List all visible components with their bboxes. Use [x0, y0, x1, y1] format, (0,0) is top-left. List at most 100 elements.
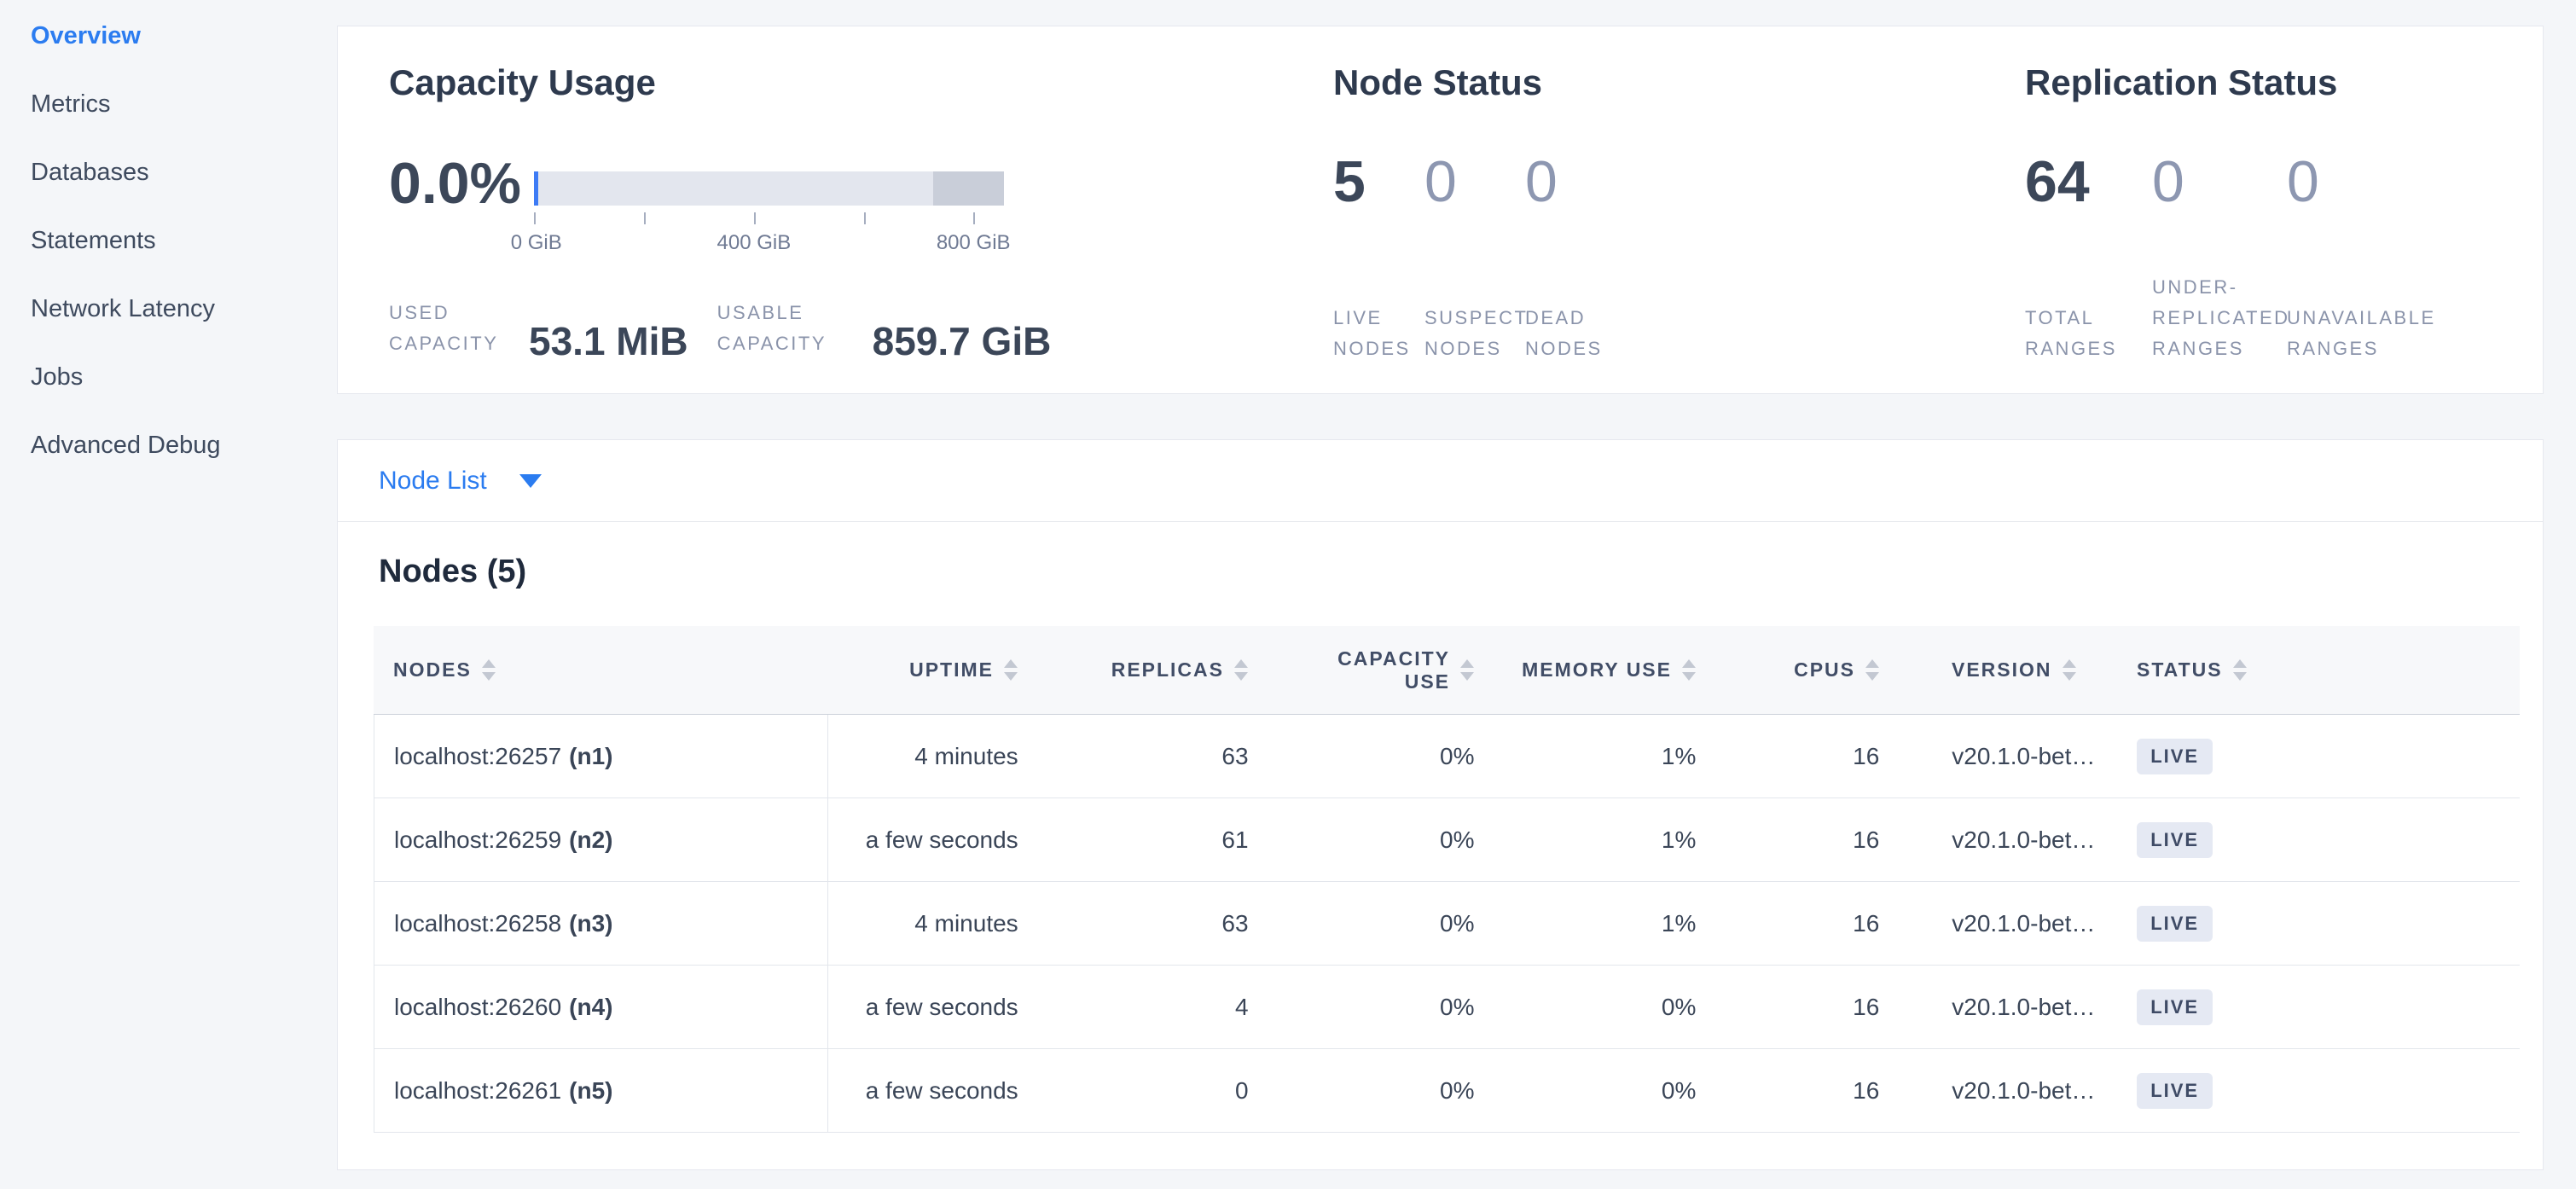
- sidebar-item-jobs[interactable]: Jobs: [0, 343, 337, 411]
- table-header-row: NODES UPTIME REPLICAS CAPACITY USE MEMOR…: [374, 626, 2520, 715]
- nodes-table: NODES UPTIME REPLICAS CAPACITY USE MEMOR…: [374, 626, 2520, 1133]
- cpus-cell: 16: [1713, 798, 1896, 881]
- status-badge: LIVE: [2137, 739, 2213, 774]
- node-id: (n4): [569, 994, 612, 1021]
- capacity-bar-reserved-segment: [933, 171, 1004, 206]
- suspect-nodes-stat: 0 SUSPECT NODES: [1424, 153, 1525, 364]
- column-header-nodes[interactable]: NODES: [374, 658, 827, 682]
- sort-icon: [1234, 659, 1248, 681]
- node-list-dropdown[interactable]: Node List: [338, 440, 2543, 522]
- node-list-card: Node List Nodes (5) NODES UPTIME REPLICA…: [337, 439, 2544, 1170]
- status-badge: LIVE: [2137, 989, 2213, 1025]
- overview-page: Overview Metrics Databases Statements Ne…: [0, 0, 2576, 1189]
- sort-icon: [2063, 659, 2076, 681]
- capacity-bar: [534, 171, 1004, 206]
- unavailable-ranges-label: UNAVAILABLE RANGES: [2287, 303, 2457, 364]
- capacity-use-cell: 0%: [1266, 798, 1492, 881]
- total-ranges-stat: 64 TOTAL RANGES: [2025, 153, 2152, 364]
- uptime-cell: 4 minutes: [828, 715, 1036, 798]
- node-list-dropdown-label: Node List: [379, 467, 487, 496]
- version-cell: v20.1.0-bet…: [1896, 798, 2135, 881]
- replicas-cell: 63: [1036, 882, 1266, 965]
- suspect-nodes-value: 0: [1424, 153, 1525, 211]
- memory-use-cell: 0%: [1491, 966, 1713, 1048]
- node-id: (n1): [569, 743, 612, 770]
- node-address[interactable]: localhost:26258: [394, 910, 561, 937]
- uptime-cell: a few seconds: [828, 1049, 1036, 1132]
- column-header-capacity-use[interactable]: CAPACITY USE: [1265, 647, 1491, 693]
- version-cell: v20.1.0-bet…: [1896, 966, 2135, 1048]
- replication-status-title: Replication Status: [2025, 62, 2337, 103]
- sidebar-item-metrics[interactable]: Metrics: [0, 70, 337, 138]
- live-nodes-value: 5: [1333, 153, 1424, 211]
- status-badge: LIVE: [2137, 822, 2213, 858]
- suspect-nodes-label: SUSPECT NODES: [1424, 303, 1525, 364]
- cpus-cell: 16: [1713, 882, 1896, 965]
- cpus-cell: 16: [1713, 966, 1896, 1048]
- version-cell: v20.1.0-bet…: [1896, 1049, 2135, 1132]
- capacity-usage-title: Capacity Usage: [389, 62, 656, 103]
- memory-use-cell: 1%: [1491, 882, 1713, 965]
- node-id: (n3): [569, 910, 612, 937]
- sidebar: Overview Metrics Databases Statements Ne…: [0, 0, 337, 1189]
- sort-icon: [2233, 659, 2247, 681]
- sort-icon: [1682, 659, 1696, 681]
- total-ranges-label: TOTAL RANGES: [2025, 303, 2103, 364]
- node-id: (n5): [569, 1077, 612, 1105]
- axis-tick: [973, 212, 975, 224]
- under-replicated-ranges-value: 0: [2152, 153, 2287, 211]
- dead-nodes-stat: 0 DEAD NODES: [1525, 153, 1616, 364]
- axis-label-400: 400 GiB: [717, 231, 792, 255]
- usable-capacity-label: USABLE CAPACITY: [717, 298, 844, 359]
- column-header-cpus[interactable]: CPUS: [1713, 658, 1896, 682]
- uptime-cell: a few seconds: [828, 966, 1036, 1048]
- column-header-uptime[interactable]: UPTIME: [827, 658, 1035, 682]
- status-badge: LIVE: [2137, 1073, 2213, 1109]
- under-replicated-ranges-stat: 0 UNDER-REPLICATED RANGES: [2152, 153, 2287, 364]
- capacity-use-cell: 0%: [1266, 966, 1492, 1048]
- nodes-table-title: Nodes (5): [379, 554, 526, 590]
- table-row[interactable]: localhost:26257(n1) 4 minutes 63 0% 1% 1…: [374, 715, 2520, 798]
- node-status-title: Node Status: [1333, 62, 1542, 103]
- table-body: localhost:26257 (n1) 4 minutes 63 0% 1% 1…: [374, 715, 2520, 1133]
- version-cell: v20.1.0-bet…: [1896, 882, 2135, 965]
- unavailable-ranges-value: 0: [2287, 153, 2457, 211]
- used-capacity-value: 53.1 MiB: [529, 323, 688, 359]
- sort-icon: [482, 659, 496, 681]
- table-row[interactable]: localhost:26261(n5) a few seconds 0 0% 0…: [374, 1049, 2520, 1133]
- sidebar-item-advanced-debug[interactable]: Advanced Debug: [0, 411, 337, 479]
- column-header-status[interactable]: STATUS: [2135, 658, 2520, 682]
- column-header-replicas[interactable]: REPLICAS: [1035, 658, 1265, 682]
- table-row[interactable]: localhost:26260(n4) a few seconds 4 0% 0…: [374, 966, 2520, 1049]
- chevron-down-icon: [519, 474, 542, 488]
- under-replicated-ranges-label: UNDER-REPLICATED RANGES: [2152, 272, 2287, 364]
- table-row[interactable]: localhost:26259(n2) a few seconds 61 0% …: [374, 798, 2520, 882]
- replicas-cell: 0: [1036, 1049, 1266, 1132]
- cluster-summary-card: Capacity Usage 0.0% 0 GiB 400 GiB 800 Gi…: [337, 26, 2544, 394]
- replicas-cell: 61: [1036, 798, 1266, 881]
- column-header-version[interactable]: VERSION: [1896, 658, 2135, 682]
- column-header-memory-use[interactable]: MEMORY USE: [1491, 658, 1713, 682]
- used-capacity-label: USED CAPACITY: [389, 298, 500, 359]
- capacity-percent-value: 0.0%: [389, 154, 521, 212]
- node-address[interactable]: localhost:26261: [394, 1077, 561, 1105]
- memory-use-cell: 1%: [1491, 715, 1713, 798]
- memory-use-cell: 0%: [1491, 1049, 1713, 1132]
- uptime-cell: a few seconds: [828, 798, 1036, 881]
- sort-icon: [1865, 659, 1879, 681]
- node-address[interactable]: localhost:26257: [394, 743, 561, 770]
- capacity-bar-used-segment: [534, 171, 538, 206]
- capacity-use-cell: 0%: [1266, 715, 1492, 798]
- sidebar-item-network-latency[interactable]: Network Latency: [0, 275, 337, 343]
- table-row[interactable]: localhost:26258(n3) 4 minutes 63 0% 1% 1…: [374, 882, 2520, 966]
- sidebar-item-overview[interactable]: Overview: [0, 2, 337, 70]
- node-address[interactable]: localhost:26259: [394, 826, 561, 854]
- cpus-cell: 16: [1713, 715, 1896, 798]
- axis-tick: [644, 212, 646, 224]
- node-address[interactable]: localhost:26260: [394, 994, 561, 1021]
- sidebar-item-statements[interactable]: Statements: [0, 206, 337, 275]
- axis-tick: [864, 212, 866, 224]
- sidebar-item-databases[interactable]: Databases: [0, 138, 337, 206]
- status-badge: LIVE: [2137, 906, 2213, 942]
- version-cell: v20.1.0-bet…: [1896, 715, 2135, 798]
